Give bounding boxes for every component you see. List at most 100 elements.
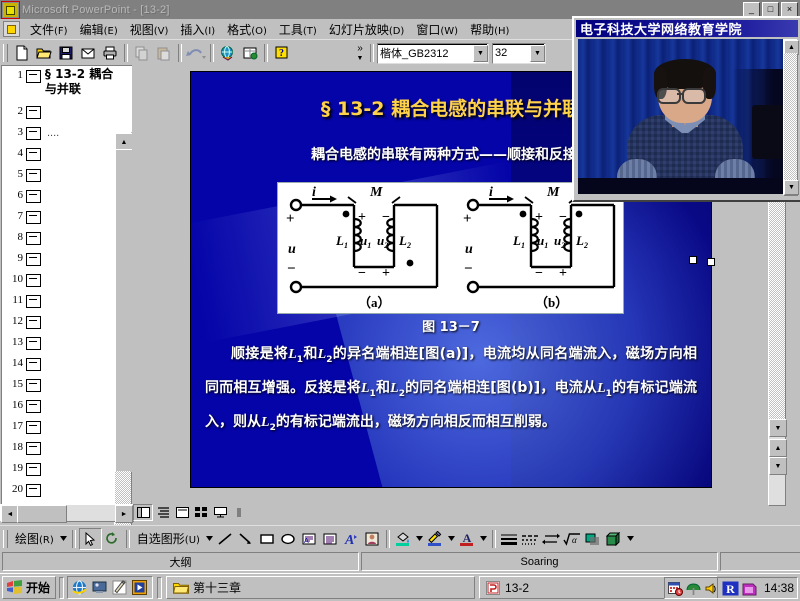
slide-thumbnail-icon[interactable] bbox=[26, 190, 41, 203]
text-box-icon[interactable]: A bbox=[299, 529, 320, 549]
arrow-style-icon[interactable] bbox=[541, 529, 562, 549]
video-overlay-window[interactable]: 电子科技大学网络教育学院 ▲ ▼ bbox=[572, 16, 800, 202]
equation-icon[interactable]: α bbox=[562, 529, 583, 549]
outline-slide-text[interactable]: .... bbox=[41, 124, 59, 142]
wordart-icon[interactable]: A bbox=[341, 529, 362, 549]
help-icon[interactable]: ? bbox=[271, 43, 293, 64]
line-color-dropdown-arrow[interactable] bbox=[446, 529, 457, 549]
task-button-folder[interactable]: 第十三章 bbox=[166, 576, 476, 599]
scheduler-icon[interactable] bbox=[667, 581, 683, 596]
font-size-dropdown-arrow[interactable]: ▼ bbox=[530, 44, 545, 62]
slide-thumbnail-icon[interactable] bbox=[26, 442, 41, 455]
selection-handle[interactable] bbox=[707, 258, 715, 266]
drawing-toolbar-grip[interactable] bbox=[3, 529, 8, 548]
draw-dropdown-arrow[interactable] bbox=[58, 529, 69, 549]
font-name-combo[interactable]: 楷体_GB2312 ▼ bbox=[377, 42, 489, 64]
speaker-icon[interactable] bbox=[704, 581, 719, 596]
slide-thumbnail-icon[interactable] bbox=[26, 295, 41, 308]
fill-color-dropdown-arrow[interactable] bbox=[414, 529, 425, 549]
line-color-icon[interactable] bbox=[425, 529, 446, 549]
rotate-icon[interactable] bbox=[102, 529, 123, 549]
slide-thumbnail-icon[interactable] bbox=[26, 484, 41, 497]
slide-thumbnail-icon[interactable] bbox=[25, 70, 41, 83]
outline-slide-row[interactable]: 19 bbox=[3, 460, 113, 481]
outline-slide-row[interactable]: 8 bbox=[3, 229, 113, 250]
print-icon[interactable] bbox=[99, 43, 121, 64]
fill-color-icon[interactable] bbox=[393, 529, 414, 549]
outline-slide-row[interactable]: 10 bbox=[3, 271, 113, 292]
outline-slide-row[interactable]: 3.... bbox=[3, 124, 113, 145]
3d-icon[interactable] bbox=[604, 529, 625, 549]
slide-thumbnail-icon[interactable] bbox=[26, 232, 41, 245]
copy-icon[interactable] bbox=[131, 43, 153, 64]
outline-slide-row[interactable]: 14 bbox=[3, 355, 113, 376]
font-size-combo[interactable]: 32 ▼ bbox=[492, 42, 546, 64]
save-icon[interactable] bbox=[55, 43, 77, 64]
menu-item-format[interactable]: 格式(O) bbox=[221, 19, 273, 40]
vertical-text-box-icon[interactable] bbox=[320, 529, 341, 549]
line-style-icon[interactable] bbox=[499, 529, 520, 549]
toolbar-overflow-button[interactable]: » ▼ bbox=[353, 43, 367, 63]
slide-thumbnail-icon[interactable] bbox=[26, 169, 41, 182]
menu-item-view[interactable]: 视图(V) bbox=[124, 19, 175, 40]
menu-item-file[interactable]: 文件(F) bbox=[24, 19, 74, 40]
shadow-icon[interactable] bbox=[583, 529, 604, 549]
outlook-express-icon[interactable] bbox=[111, 579, 129, 597]
slide-thumbnail-icon[interactable] bbox=[26, 358, 41, 371]
lecturer-video-feed[interactable] bbox=[578, 39, 792, 194]
insert-table-icon[interactable] bbox=[239, 43, 261, 64]
previous-slide-button[interactable]: ▲ bbox=[769, 439, 787, 457]
outline-slide-row[interactable]: 18 bbox=[3, 439, 113, 460]
slide-thumbnail-icon[interactable] bbox=[26, 421, 41, 434]
outline-slide-row[interactable]: 4 bbox=[3, 145, 113, 166]
arrow-icon[interactable] bbox=[236, 529, 257, 549]
powerpoint-icon[interactable] bbox=[2, 1, 19, 18]
slide-thumbnail-icon[interactable] bbox=[26, 253, 41, 266]
selection-handle[interactable] bbox=[689, 256, 697, 264]
slide-view-icon[interactable] bbox=[173, 505, 191, 520]
slide-sorter-view-icon[interactable] bbox=[192, 505, 210, 520]
email-icon[interactable] bbox=[77, 43, 99, 64]
outline-slide-row[interactable]: 13 bbox=[3, 334, 113, 355]
outline-slide-row[interactable]: 17 bbox=[3, 418, 113, 439]
slide-thumbnail-icon[interactable] bbox=[26, 106, 41, 119]
outline-slide-row[interactable]: 1 § 13-2 耦合 与并联 bbox=[3, 67, 113, 103]
select-arrow-icon[interactable] bbox=[78, 527, 102, 550]
outline-view-icon[interactable] bbox=[154, 505, 172, 520]
slide-thumbnail-icon[interactable] bbox=[26, 127, 41, 140]
outline-scroll-thumb[interactable] bbox=[115, 149, 133, 473]
ime-icon[interactable] bbox=[742, 581, 757, 596]
hscroll-right-button[interactable]: ► bbox=[115, 505, 133, 523]
volume-icon[interactable] bbox=[686, 581, 701, 596]
open-folder-icon[interactable] bbox=[33, 43, 55, 64]
rectangle-icon[interactable] bbox=[257, 529, 278, 549]
slide-scroll-down-button[interactable]: ▼ bbox=[769, 419, 787, 437]
menu-item-window[interactable]: 窗口(W) bbox=[410, 19, 464, 40]
outline-slide-row[interactable]: 11 bbox=[3, 292, 113, 313]
outline-horizontal-scrollbar[interactable]: ◄ ► bbox=[0, 504, 134, 523]
slide-body-text[interactable]: 顺接是将L1和L2的异名端相连[图(a)]，电流均从同名端流入，磁场方向相同而相… bbox=[205, 340, 697, 441]
menu-item-edit[interactable]: 编辑(E) bbox=[74, 19, 124, 40]
slide-thumbnail-icon[interactable] bbox=[26, 400, 41, 413]
outline-slide-row[interactable]: 7 bbox=[3, 208, 113, 229]
slide-thumbnail-icon[interactable] bbox=[26, 463, 41, 476]
autoshapes-dropdown-arrow[interactable] bbox=[204, 529, 215, 549]
internet-explorer-icon[interactable] bbox=[71, 579, 89, 597]
clock[interactable]: 14:38 bbox=[760, 581, 794, 595]
show-desktop-icon[interactable] bbox=[91, 579, 109, 597]
video-scroll-down-button[interactable]: ▼ bbox=[784, 180, 799, 195]
outline-slide-row[interactable]: 12 bbox=[3, 313, 113, 334]
video-scroll-track[interactable] bbox=[784, 53, 797, 182]
line-icon[interactable] bbox=[215, 529, 236, 549]
autoshapes-menu-button[interactable]: 自选图形(U) bbox=[133, 530, 204, 547]
undo-icon[interactable] bbox=[185, 43, 207, 64]
view-bar-extra[interactable] bbox=[230, 505, 248, 520]
outline-list[interactable]: 1 § 13-2 耦合 与并联 2 3.... 4 5 6 7 8 9 10 11 12 13 14 15 16 1… bbox=[3, 67, 113, 505]
paste-icon[interactable] bbox=[153, 43, 175, 64]
outline-slide-row[interactable]: 6 bbox=[3, 187, 113, 208]
slide-thumbnail-icon[interactable] bbox=[26, 148, 41, 161]
dash-style-icon[interactable] bbox=[520, 529, 541, 549]
video-scrollbar[interactable]: ▲ ▼ bbox=[783, 39, 799, 196]
menu-item-help[interactable]: 帮助(H) bbox=[464, 19, 515, 40]
font-name-dropdown-arrow[interactable]: ▼ bbox=[473, 44, 488, 62]
